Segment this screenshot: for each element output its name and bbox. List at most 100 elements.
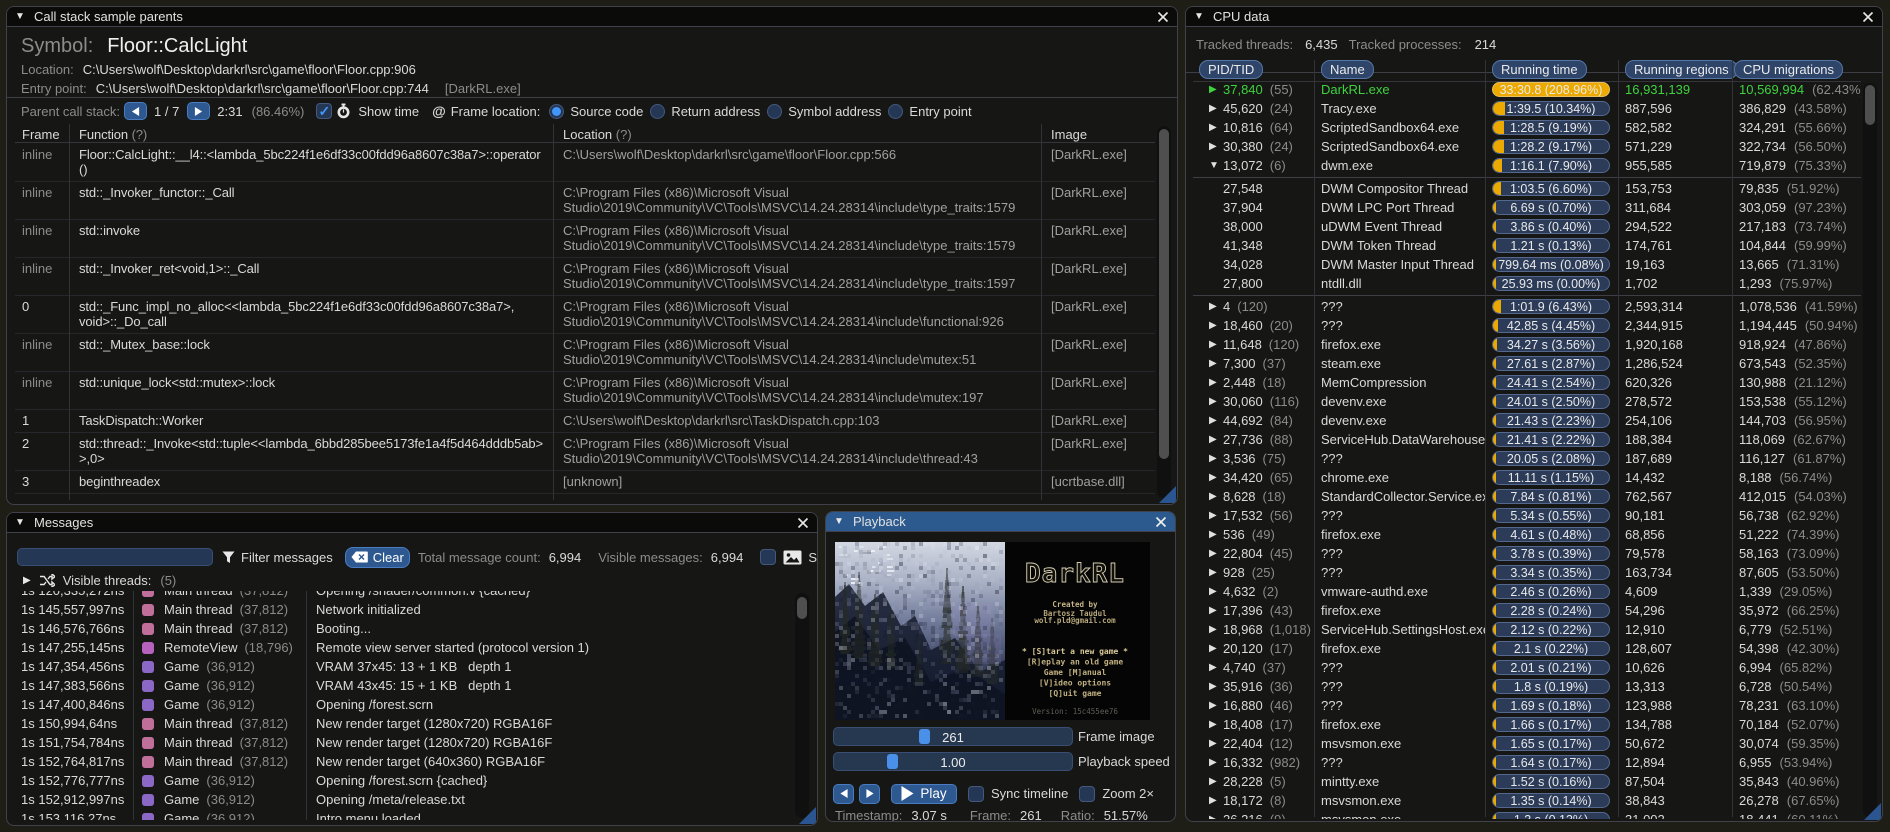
collapse-icon[interactable]: ▼ — [15, 517, 31, 528]
expand-icon[interactable]: ▶ — [1209, 757, 1223, 768]
call-stack-row[interactable]: inline std::unique_lock<std::mutex>::lock… — [15, 372, 1155, 410]
cpu-table-row[interactable]: ▶ 37,840 (55) DarkRL.exe 33:30.8 (208.96%) 16… — [1193, 80, 1861, 99]
cpu-table-row[interactable]: ▶ 16,332 (982)??? 1.64 s (0.17%) 12,894 6,955… — [1193, 753, 1861, 772]
cpu-table-row[interactable]: ▶ 536 (49) firefox.exe 4.61 s (0.48%) 68,856 5… — [1193, 525, 1861, 544]
cpu-table-row[interactable]: ▶ 18,172 (8) msvsmon.exe 1.35 s (0.14%) 38,84… — [1193, 791, 1861, 810]
message-row[interactable]: 1s 146,576,766ns Main thread (37,812) Booti… — [15, 619, 811, 638]
cpu-table-row[interactable]: ▶26,216 (9) msvsmon.exe 1.3 s (0.13%) 31,002… — [1193, 810, 1861, 819]
expand-icon[interactable]: ▶ — [1209, 776, 1223, 787]
cpu-table-row[interactable]: ▶ 35,916 (36)??? 1.8 s (0.19%) 13,313 6,728 (5… — [1193, 677, 1861, 696]
cpu-table-row[interactable]: ▼ 13,072 (6) dwm.exe 1:16.1 (7.90%) 955,585 71… — [1193, 156, 1861, 175]
message-row[interactable]: 1s 120,335,272ns Main thread (37,812) Openi… — [15, 591, 811, 600]
call-stack-scrollbar[interactable] — [1157, 126, 1171, 498]
cpu-table-row[interactable]: ▶ 22,404 (12) msvsmon.exe 1.65 s (0.17%) 50,6… — [1193, 734, 1861, 753]
sync-timeline-checkbox[interactable] — [968, 785, 984, 802]
call-stack-row[interactable]: inline Floor::CalcLight::__l4::<lambda_5b… — [15, 144, 1155, 182]
column-header-running-regions[interactable]: Running regions — [1625, 60, 1738, 79]
expand-icon[interactable]: ▶ — [1209, 795, 1223, 806]
call-stack-row[interactable]: inline std::invoke C:\Program Files (x86)\… — [15, 220, 1155, 258]
column-header-name[interactable]: Name — [1321, 60, 1374, 79]
expand-icon[interactable]: ▶ — [1209, 529, 1223, 540]
cpu-table-row[interactable]: ▶ 28,228 (5) mintty.exe 1.52 s (0.16%) 87,504… — [1193, 772, 1861, 791]
prev-stack-button[interactable] — [124, 102, 147, 120]
cpu-table-row[interactable]: ▶ 17,532 (56)??? 5.34 s (0.55%) 90,181 56,738… — [1193, 506, 1861, 525]
expand-icon[interactable]: ▶ — [1209, 396, 1223, 407]
resize-grip[interactable] — [1159, 486, 1176, 503]
cpu-table-row[interactable]: 27,548 DWM Compositor Thread 1:03.5 (6.60%… — [1193, 179, 1861, 198]
message-row[interactable]: 1s 147,354,456ns Game (36,912) VRAM 37x45: … — [15, 657, 811, 676]
expand-icon[interactable]: ▶ — [1209, 700, 1223, 711]
zoom-2x-checkbox[interactable] — [1079, 785, 1096, 802]
visible-threads-row[interactable]: ▶ Visible threads: (5) — [23, 571, 176, 589]
filter-input[interactable] — [17, 548, 213, 566]
expand-icon[interactable]: ▶ — [1209, 624, 1223, 635]
cpu-table-row[interactable]: ▶ 20,120 (17) firefox.exe 2.1 s (0.22%) 128,6… — [1193, 639, 1861, 658]
cpu-table-row[interactable]: ▶ 18,968 (1,018) ServiceHub.SettingsHost.ex… — [1193, 620, 1861, 639]
cpu-table-row[interactable]: 38,000 uDWM Event Thread 3.86 s (0.40%) 294… — [1193, 217, 1861, 236]
call-stack-row[interactable]: 3 beginthreadex [unknown] [ucrtbase.dll] — [15, 471, 1155, 494]
message-row[interactable]: 1s 152,912,997ns Game (36,912) Opening /met… — [15, 790, 811, 809]
call-stack-row[interactable]: 0 std::_Func_impl_no_alloc<<lambda_5bc224… — [15, 296, 1155, 334]
column-header-function[interactable]: Function (?) — [69, 124, 553, 142]
expand-icon[interactable]: ▶ — [23, 575, 31, 586]
next-frame-button[interactable] — [859, 783, 880, 804]
radio-symbol-address[interactable] — [767, 103, 783, 119]
expand-icon[interactable]: ▶ — [1209, 643, 1223, 654]
titlebar-messages[interactable]: ▼ Messages — [7, 513, 817, 533]
cpu-table-row[interactable]: ▶ 8,628 (18) StandardCollector.Service.exe 7… — [1193, 487, 1861, 506]
message-row[interactable]: 1s 147,400,846ns Game (36,912) Opening /for… — [15, 695, 811, 714]
expand-icon[interactable]: ▶ — [1209, 738, 1223, 749]
titlebar-call-stack[interactable]: ▼ Call stack sample parents — [7, 7, 1177, 27]
frame-image-slider[interactable]: 261 — [833, 727, 1073, 746]
cpu-table-row[interactable]: ▶ 2,448 (18) MemCompression 24.41 s (2.54%) 6… — [1193, 373, 1861, 392]
clear-button[interactable]: Clear — [344, 546, 410, 568]
expand-icon[interactable]: ▶ — [1209, 377, 1223, 388]
cpu-table-row[interactable]: ▶ 34,420 (65) chrome.exe 11.11 s (1.15%) 14,4… — [1193, 468, 1861, 487]
close-icon[interactable] — [1157, 11, 1169, 23]
message-row[interactable]: 1s 147,255,145ns RemoteView (18,796) Remote… — [15, 638, 811, 657]
expand-icon[interactable]: ▶ — [1209, 453, 1223, 464]
cpu-table-row[interactable]: ▶ 7,300 (37) steam.exe 27.61 s (2.87%) 1,286,… — [1193, 354, 1861, 373]
message-row[interactable]: 1s 151,754,784ns Main thread (37,812) New r… — [15, 733, 811, 752]
expand-icon[interactable]: ▶ — [1209, 510, 1223, 521]
prev-frame-button[interactable] — [833, 783, 854, 804]
cpu-scrollbar[interactable] — [1863, 83, 1877, 817]
cpu-table-row[interactable]: ▶ 11,648 (120) firefox.exe 34.27 s (3.56%) 1,… — [1193, 335, 1861, 354]
collapse-icon[interactable]: ▼ — [1209, 160, 1223, 171]
message-row[interactable]: 1s 145,557,997ns Main thread (37,812) Netwo… — [15, 600, 811, 619]
close-icon[interactable] — [1155, 516, 1167, 528]
collapse-icon[interactable]: ▼ — [15, 11, 31, 22]
call-stack-row[interactable]: inline std::_Invoker_ret<void,1>::_Call C:… — [15, 258, 1155, 296]
play-button[interactable]: Play — [891, 783, 957, 804]
column-header-pid-tid[interactable]: PID/TID — [1199, 60, 1264, 79]
cpu-table-row[interactable]: ▶ 30,380 (24) ScriptedSandbox64.exe 1:28.2 (… — [1193, 137, 1861, 156]
cpu-table-row[interactable]: ▶ 18,460 (20)??? 42.85 s (4.45%) 2,344,915 1,… — [1193, 316, 1861, 335]
expand-icon[interactable]: ▶ — [1209, 301, 1223, 312]
expand-icon[interactable]: ▶ — [1209, 103, 1223, 114]
expand-icon[interactable]: ▶ — [1209, 605, 1223, 616]
expand-icon[interactable]: ▶ — [1209, 719, 1223, 730]
cpu-table-row[interactable]: ▶27,736 (88) ServiceHub.DataWarehouseHost.… — [1193, 430, 1861, 449]
cpu-table-row[interactable]: 37,904 DWM LPC Port Thread 6.69 s (0.70%) 3… — [1193, 198, 1861, 217]
message-row[interactable]: 1s 153,116,27ns Game (36,912) Intro menu lo… — [15, 809, 811, 820]
expand-icon[interactable]: ▶ — [1209, 320, 1223, 331]
cpu-table-row[interactable]: 41,348 DWM Token Thread 1.21 s (0.13%) 174,… — [1193, 236, 1861, 255]
expand-icon[interactable]: ▶ — [1209, 567, 1223, 578]
message-row[interactable]: 1s 150,994,64ns Main thread (37,812) New re… — [15, 714, 811, 733]
next-stack-button[interactable] — [187, 102, 211, 120]
call-stack-row[interactable]: 2 std::thread::_Invoke<std::tuple<<lambda… — [15, 433, 1155, 471]
expand-icon[interactable]: ▶ — [1209, 681, 1223, 692]
resize-grip[interactable] — [1864, 803, 1881, 820]
radio-source-code[interactable] — [549, 103, 565, 119]
expand-icon[interactable]: ▶ — [1209, 586, 1223, 597]
cpu-table-row[interactable]: 34,028 DWM Master Input Thread 799.64 ms (… — [1193, 255, 1861, 274]
titlebar-cpu-data[interactable]: ▼ CPU data — [1186, 7, 1882, 27]
message-row[interactable]: 1s 152,764,817ns Main thread (37,812) New r… — [15, 752, 811, 771]
expand-icon[interactable]: ▶ — [1209, 472, 1223, 483]
playback-speed-slider[interactable]: 1.00 — [833, 752, 1073, 771]
expand-icon[interactable]: ▶ — [1209, 415, 1223, 426]
message-row[interactable]: 1s 147,383,566ns Game (36,912) VRAM 43x45: … — [15, 676, 811, 695]
cpu-table-row[interactable]: ▶ 30,060 (116) devenv.exe 24.01 s (2.50%) 278… — [1193, 392, 1861, 411]
column-header-location[interactable]: Location (?) — [553, 124, 1041, 142]
call-stack-row[interactable]: inline std::_Invoker_functor::_Call C:\Pro… — [15, 182, 1155, 220]
